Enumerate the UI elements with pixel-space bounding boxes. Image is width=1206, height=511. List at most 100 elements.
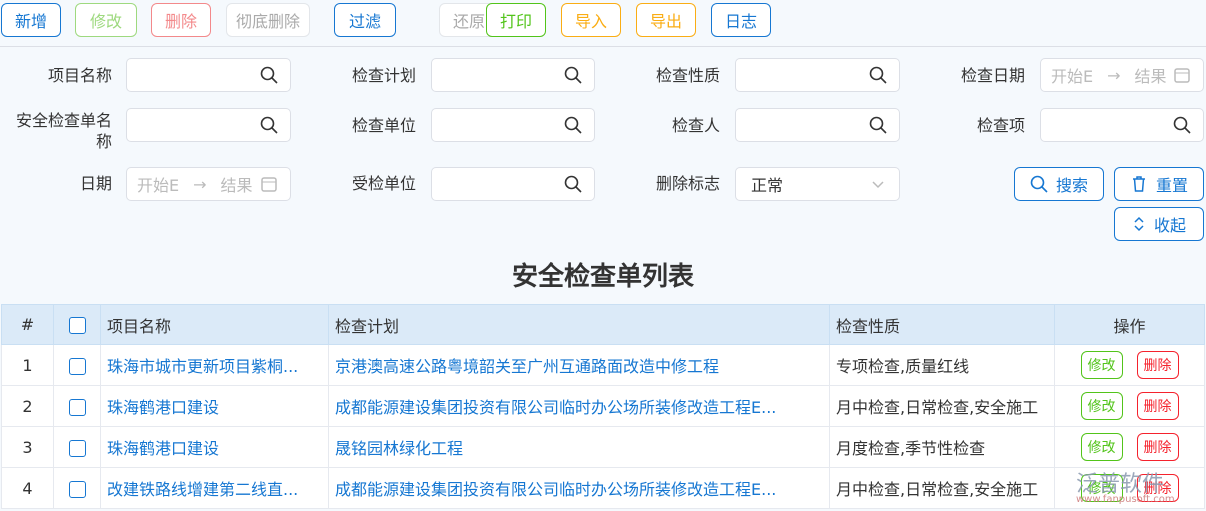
toolbar-button-4[interactable]: 过滤 bbox=[334, 3, 396, 37]
calendar-icon bbox=[1174, 68, 1190, 83]
label-inspected-unit: 受检单位 bbox=[351, 174, 416, 193]
toolbar-button-7[interactable]: 导入 bbox=[561, 3, 621, 37]
plan-input[interactable] bbox=[431, 58, 595, 92]
row-checkbox-cell bbox=[53, 467, 101, 509]
label-item: 检查项 bbox=[976, 116, 1025, 135]
search-icon bbox=[869, 116, 887, 134]
actions-cell: 修改 删除 bbox=[1054, 385, 1205, 427]
collapse-icon bbox=[1134, 216, 1144, 232]
arrow-icon: → bbox=[193, 174, 207, 194]
edit-button[interactable]: 修改 bbox=[1080, 392, 1123, 420]
row-index: 2 bbox=[1, 385, 54, 427]
nature-cell: 月中检查,日常检查,安全施工 bbox=[829, 467, 1055, 509]
table-row: 1 珠海市城市更新项目紫桐... 京港澳高速公路粤境韶关至广州互通路面改造中修工… bbox=[1, 344, 1205, 386]
toolbar-button-3[interactable]: 彻底删除 bbox=[226, 3, 310, 37]
delete-button[interactable]: 删除 bbox=[1136, 433, 1179, 461]
search-button[interactable]: 搜索 bbox=[1014, 167, 1104, 201]
nature-cell: 月度检查,季节性检查 bbox=[829, 426, 1055, 468]
row-checkbox[interactable] bbox=[68, 480, 86, 498]
nature-cell: 专项检查,质量红线 bbox=[829, 344, 1055, 386]
toolbar-button-9[interactable]: 日志 bbox=[711, 3, 771, 37]
search-icon bbox=[260, 116, 278, 134]
project-link[interactable]: 改建铁路线增建第二线直... bbox=[100, 467, 329, 509]
toolbar-button-8[interactable]: 导出 bbox=[636, 3, 696, 37]
toolbar-button-0[interactable]: 新增 bbox=[1, 3, 61, 37]
arrow-icon: → bbox=[1107, 65, 1121, 85]
search-icon bbox=[564, 116, 582, 134]
label-unit: 检查单位 bbox=[351, 116, 416, 135]
nature-cell: 月中检查,日常检查,安全施工 bbox=[829, 385, 1055, 427]
project-link[interactable]: 珠海鹤港口建设 bbox=[100, 385, 329, 427]
edit-button[interactable]: 修改 bbox=[1080, 433, 1123, 461]
check-date-range[interactable]: 开始E → 结果 bbox=[1040, 58, 1204, 92]
inspector-input[interactable] bbox=[735, 108, 900, 142]
toolbar-button-1[interactable]: 修改 bbox=[75, 3, 137, 37]
start-date: 开始E bbox=[137, 176, 180, 195]
col-nature: 检查性质 bbox=[829, 304, 1055, 345]
watermark-logo: 泛普软件 www.fanpusoft.com bbox=[1076, 472, 1175, 505]
col-actions: 操作 bbox=[1054, 304, 1205, 345]
sheet-name-input[interactable] bbox=[126, 108, 291, 142]
row-checkbox[interactable] bbox=[68, 398, 86, 416]
col-project: 项目名称 bbox=[100, 304, 329, 345]
nature-input[interactable] bbox=[735, 58, 900, 92]
table-row: 3 珠海鹤港口建设 晟铭园林绿化工程 月度检查,季节性检查 修改 删除 bbox=[1, 426, 1205, 468]
reset-button[interactable]: 重置 bbox=[1114, 167, 1204, 201]
search-label: 搜索 bbox=[1055, 176, 1088, 195]
label-check-date: 检查日期 bbox=[960, 66, 1025, 85]
row-index: 1 bbox=[1, 344, 54, 386]
item-input[interactable] bbox=[1040, 108, 1204, 142]
row-checkbox[interactable] bbox=[68, 357, 86, 375]
toolbar-button-6[interactable]: 打印 bbox=[486, 3, 546, 37]
row-checkbox-cell bbox=[53, 344, 101, 386]
project-link[interactable]: 珠海市城市更新项目紫桐... bbox=[100, 344, 329, 386]
collapse-label: 收起 bbox=[1153, 216, 1186, 235]
search-icon bbox=[1173, 116, 1191, 134]
col-plan: 检查计划 bbox=[328, 304, 830, 345]
col-index: # bbox=[1, 304, 54, 345]
label-delete-flag: 删除标志 bbox=[655, 174, 720, 193]
label-plan: 检查计划 bbox=[351, 66, 416, 85]
search-icon bbox=[564, 66, 582, 84]
project-link[interactable]: 珠海鹤港口建设 bbox=[100, 426, 329, 468]
unit-input[interactable] bbox=[431, 108, 595, 142]
end-date: 结果 bbox=[1134, 67, 1167, 86]
project-name-input[interactable] bbox=[126, 58, 291, 92]
table-row: 2 珠海鹤港口建设 成都能源建设集团投资有限公司临时办公场所装修改造工程E...… bbox=[1, 385, 1205, 427]
plan-link[interactable]: 晟铭园林绿化工程 bbox=[328, 426, 830, 468]
table-title: 安全检查单列表 bbox=[511, 262, 694, 292]
plan-link[interactable]: 成都能源建设集团投资有限公司临时办公场所装修改造工程E... bbox=[328, 467, 830, 509]
collapse-button[interactable]: 收起 bbox=[1114, 207, 1204, 241]
delete-button[interactable]: 删除 bbox=[1136, 392, 1179, 420]
search-icon bbox=[1030, 175, 1048, 193]
col-select bbox=[53, 304, 101, 345]
label-sheet-name: 安全检查单名称 bbox=[15, 111, 112, 151]
divider bbox=[0, 46, 1206, 47]
trash-icon bbox=[1132, 176, 1145, 192]
row-checkbox-cell bbox=[53, 385, 101, 427]
date-range[interactable]: 开始E → 结果 bbox=[126, 167, 291, 201]
end-date: 结果 bbox=[220, 176, 253, 195]
select-all-checkbox[interactable] bbox=[68, 317, 86, 334]
inspection-table: # 项目名称 检查计划 检查性质 操作 1 珠海市城市更新项目紫桐... 京港澳… bbox=[1, 304, 1205, 509]
inspected-unit-input[interactable] bbox=[431, 167, 595, 201]
chevron-down-icon bbox=[872, 181, 884, 189]
row-checkbox[interactable] bbox=[68, 439, 86, 457]
delete-button[interactable]: 删除 bbox=[1136, 351, 1179, 379]
edit-button[interactable]: 修改 bbox=[1080, 351, 1123, 379]
start-date: 开始E bbox=[1051, 67, 1094, 86]
label-inspector: 检查人 bbox=[671, 116, 720, 135]
plan-link[interactable]: 京港澳高速公路粤境韶关至广州互通路面改造中修工程 bbox=[328, 344, 830, 386]
search-icon bbox=[869, 66, 887, 84]
reset-label: 重置 bbox=[1155, 176, 1188, 195]
plan-link[interactable]: 成都能源建设集团投资有限公司临时办公场所装修改造工程E... bbox=[328, 385, 830, 427]
row-index: 3 bbox=[1, 426, 54, 468]
label-project-name: 项目名称 bbox=[47, 66, 112, 85]
toolbar-button-2[interactable]: 删除 bbox=[151, 3, 211, 37]
delete-flag-value: 正常 bbox=[751, 176, 784, 195]
label-nature: 检查性质 bbox=[655, 66, 720, 85]
row-index: 4 bbox=[1, 467, 54, 509]
actions-cell: 修改 删除 bbox=[1054, 426, 1205, 468]
search-icon bbox=[564, 175, 582, 193]
delete-flag-select[interactable]: 正常 bbox=[735, 167, 900, 201]
